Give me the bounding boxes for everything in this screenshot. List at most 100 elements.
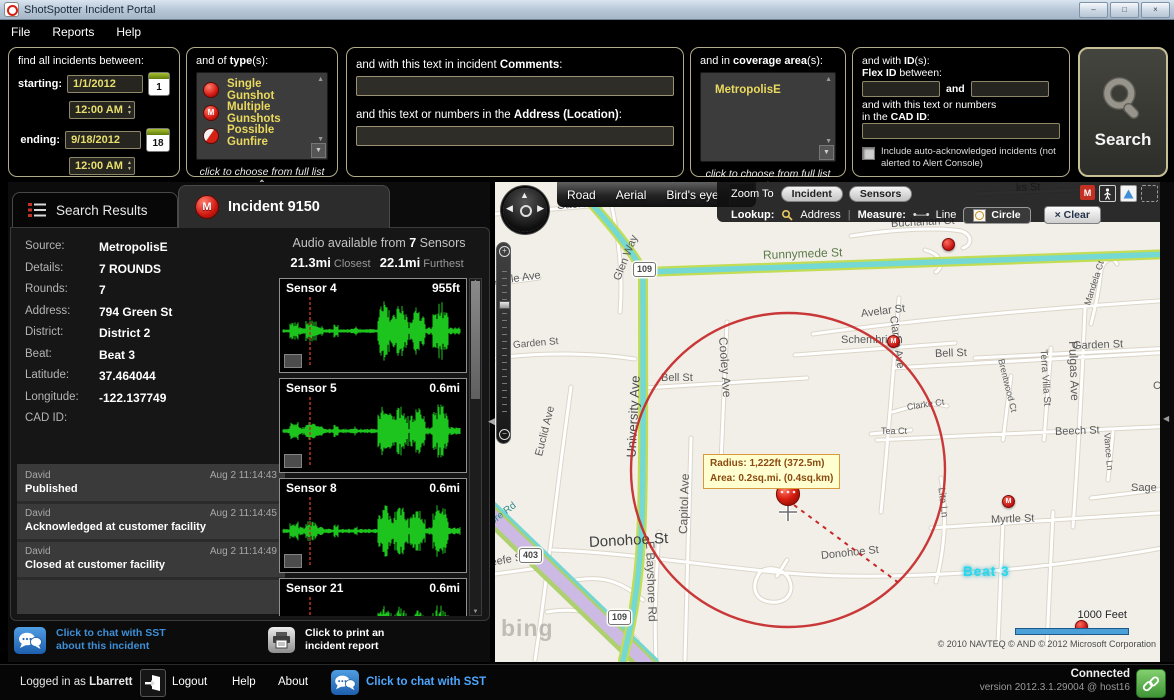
- measure-clear-button[interactable]: × Clear: [1044, 206, 1101, 224]
- speaker-icon[interactable]: [284, 454, 302, 468]
- type-item[interactable]: MMultiple Gunshots: [203, 101, 311, 124]
- zoom-slider[interactable]: + −: [496, 242, 511, 444]
- flex-id-to-input[interactable]: [971, 81, 1049, 97]
- calendar-start-icon[interactable]: 1: [148, 72, 170, 96]
- calendar-end-icon[interactable]: 18: [146, 128, 170, 152]
- sensor-waveform[interactable]: [280, 395, 464, 467]
- sensor-distance: 0.6mi: [429, 581, 460, 595]
- shotspotter-incident-portal: ShotSpotter Incident Portal – □ × FileRe…: [0, 0, 1174, 700]
- menu-item-help[interactable]: Help: [105, 25, 152, 39]
- map-view-road[interactable]: Road: [567, 188, 596, 202]
- logout-button[interactable]: Logout: [172, 676, 207, 688]
- scroll-down-icon[interactable]: ▼: [470, 609, 481, 615]
- splitter-collapse-icon[interactable]: ◀: [488, 416, 495, 427]
- flex-id-from-input[interactable]: [862, 81, 940, 97]
- app-logo-icon: [4, 2, 19, 17]
- sensor-waveform[interactable]: [280, 495, 464, 567]
- pan-left-icon[interactable]: ◀: [506, 203, 513, 214]
- compass-center-icon[interactable]: [520, 205, 532, 217]
- chat-with-sst-incident-link[interactable]: Click to chat with SST about this incide…: [56, 627, 172, 652]
- print-incident-report-link[interactable]: Click to print an incident report: [305, 627, 409, 652]
- menu-item-file[interactable]: File: [0, 25, 41, 39]
- dropdown-icon[interactable]: ▼: [819, 145, 834, 160]
- lookup-address-button[interactable]: Address: [800, 209, 840, 221]
- help-button[interactable]: Help: [232, 676, 256, 688]
- chat-with-sst-link[interactable]: Click to chat with SST: [366, 676, 486, 688]
- incident-detail-pane: Source:MetropolisEDetails:7 ROUNDSRounds…: [10, 227, 490, 621]
- sensor-card[interactable]: Sensor 4955ft: [279, 278, 467, 373]
- map-view-birdseye[interactable]: Bird's eye: [666, 188, 718, 202]
- sensor-waveform[interactable]: [280, 595, 464, 616]
- polygon-select-icon[interactable]: [1141, 185, 1158, 202]
- event-row[interactable]: DavidAug 2 11:14:45Acknowledged at custo…: [17, 504, 285, 542]
- dropdown-icon[interactable]: ▼: [311, 143, 326, 158]
- end-date-input[interactable]: [65, 131, 141, 149]
- incident-fields: Source:MetropolisEDetails:7 ROUNDSRounds…: [25, 240, 277, 432]
- scroll-down-icon[interactable]: ▼: [317, 136, 324, 143]
- sensor-card[interactable]: Sensor 50.6mi: [279, 378, 467, 473]
- scrollbar-thumb[interactable]: [471, 281, 480, 399]
- terrain-layer-icon[interactable]: [1120, 185, 1137, 202]
- zoom-to-sensors-button[interactable]: Sensors: [849, 186, 912, 202]
- type-item[interactable]: Possible Gunfire: [203, 124, 311, 147]
- event-row[interactable]: DavidAug 2 11:14:49Closed at customer fa…: [17, 542, 285, 580]
- event-row[interactable]: DavidAug 2 11:14:43Published: [17, 466, 285, 504]
- close-button[interactable]: ×: [1141, 2, 1170, 18]
- end-time-spinner[interactable]: ▲▼: [127, 160, 132, 172]
- speaker-icon[interactable]: [284, 554, 302, 568]
- speaker-icon[interactable]: [284, 354, 302, 368]
- map-canvas[interactable]: Sacramento Stks StGlen WayOakdale AveRun…: [495, 182, 1174, 662]
- tab-incident-9150[interactable]: M Incident 9150: [178, 185, 390, 228]
- pan-up-icon[interactable]: ▲: [520, 190, 529, 200]
- logout-door-icon[interactable]: [140, 669, 166, 697]
- about-button[interactable]: About: [278, 676, 308, 688]
- start-time-input[interactable]: [69, 101, 135, 119]
- coverage-list[interactable]: ▲ ▼ ▼ MetropolisE: [700, 72, 836, 162]
- comments-input[interactable]: [356, 76, 674, 96]
- cad-id-input[interactable]: [862, 123, 1060, 139]
- field-label: Latitude:: [25, 369, 99, 383]
- incident-field-row: Latitude:37.464044: [25, 369, 277, 383]
- end-time-input[interactable]: [69, 157, 135, 175]
- pan-compass-control[interactable]: ▲ ◀ ▶: [503, 188, 547, 232]
- sensor-card[interactable]: Sensor 80.6mi: [279, 478, 467, 573]
- start-date-input[interactable]: [67, 75, 143, 93]
- street-view-person-icon[interactable]: [1099, 185, 1116, 202]
- minimize-button[interactable]: –: [1079, 2, 1108, 18]
- collapse-panel-icon[interactable]: ◀: [1163, 414, 1169, 423]
- start-time-spinner[interactable]: ▲▼: [127, 104, 132, 116]
- zoom-slider-thumb[interactable]: [499, 301, 510, 309]
- sensor-list-scrollbar[interactable]: ▲ ▼: [469, 278, 482, 616]
- pan-right-icon[interactable]: ▶: [537, 203, 544, 214]
- connection-link-icon[interactable]: [1136, 669, 1166, 698]
- type-list[interactable]: ▲ ▼ ▼ Single GunshotMMultiple GunshotsPo…: [196, 72, 328, 160]
- measure-circle-button[interactable]: Circle: [963, 207, 1030, 224]
- event-time: Aug 2 11:14:49: [210, 546, 277, 557]
- measure-line-button[interactable]: Line: [936, 209, 957, 221]
- sensor-waveform[interactable]: [280, 295, 464, 367]
- maximize-button[interactable]: □: [1110, 2, 1139, 18]
- coverage-area-item[interactable]: MetropolisE: [707, 78, 819, 101]
- zoom-out-icon[interactable]: −: [499, 429, 510, 440]
- chat-icon[interactable]: [331, 670, 359, 695]
- chat-icon[interactable]: [14, 627, 46, 654]
- scroll-down-icon[interactable]: ▼: [825, 138, 832, 145]
- tab-search-results[interactable]: Search Results: [12, 192, 178, 228]
- zoom-in-icon[interactable]: +: [499, 246, 510, 257]
- search-button[interactable]: Search: [1078, 47, 1168, 177]
- sensor-card[interactable]: Sensor 210.6mi: [279, 578, 467, 616]
- field-label: Source:: [25, 240, 99, 254]
- multiple-gunshot-layer-icon[interactable]: M: [1080, 185, 1095, 200]
- type-item[interactable]: Single Gunshot: [203, 78, 311, 101]
- zoom-to-incident-button[interactable]: Incident: [781, 186, 843, 202]
- scroll-up-icon[interactable]: ▲: [317, 76, 324, 83]
- map-view-aerial[interactable]: Aerial: [616, 188, 647, 202]
- print-icon[interactable]: [268, 627, 295, 653]
- incident-field-row: District:District 2: [25, 326, 277, 340]
- connection-status: Connected version 2012.3.1.29004 @ host1…: [980, 668, 1130, 693]
- address-input[interactable]: [356, 126, 674, 146]
- menu-item-reports[interactable]: Reports: [41, 25, 105, 39]
- version-label: version 2012.3.1.29004 @ host16: [980, 682, 1130, 693]
- scroll-up-icon[interactable]: ▲: [825, 76, 832, 83]
- auto-ack-checkbox[interactable]: [862, 147, 875, 160]
